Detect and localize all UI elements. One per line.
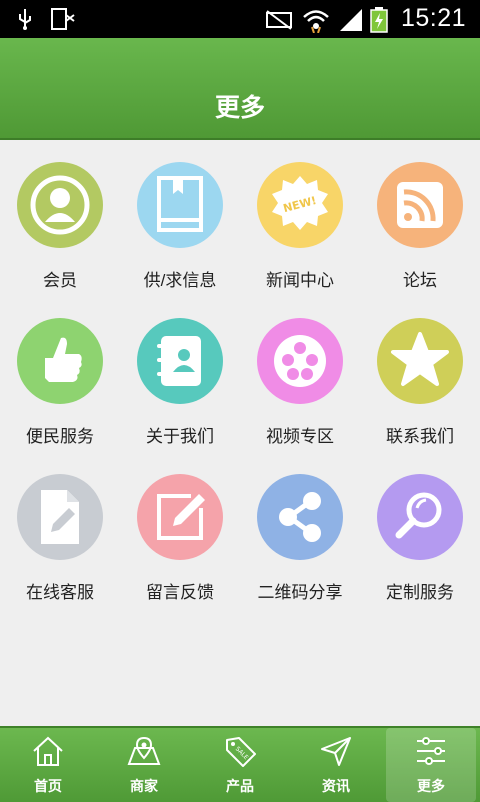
menu-label: 定制服务 [386,583,454,602]
sliders-icon [417,737,445,765]
tab-label: 首页 [34,778,62,794]
menu-item-supply-demand[interactable]: 供/求信息 [120,140,240,290]
bottom-tab-bar: 首页 商家 SALE 产品 资讯 更多 [0,726,480,802]
home-icon [33,736,63,766]
page-title: 更多 [214,94,265,122]
tab-label: 产品 [226,778,254,794]
document-pen-icon [41,490,79,544]
custom-icon-circle [377,474,463,560]
menu-label: 便民服务 [26,427,94,446]
video-icon-circle [257,318,343,404]
menu-item-member[interactable]: 会员 [0,140,120,290]
menu-item-contact[interactable]: 联系我们 [360,296,480,446]
about-icon-circle [137,318,223,404]
thumbs-up-icon [45,337,82,382]
sale-tag-icon: SALE [226,737,256,767]
person-icon [30,175,90,235]
tab-more[interactable]: 更多 [386,728,476,802]
tab-label: 商家 [130,778,158,794]
menu-label: 联系我们 [386,427,454,446]
menu-label: 在线客服 [26,583,94,602]
tab-news[interactable]: 资讯 [288,728,384,802]
page-header: 更多 [0,38,480,140]
menu-label: 关于我们 [146,427,214,446]
share-icon [279,492,321,542]
news-icon-circle: NEW! [257,162,343,248]
member-icon-circle [17,162,103,248]
tab-home[interactable]: 首页 [0,728,96,802]
tab-label: 更多 [417,778,445,794]
film-reel-icon [274,335,326,387]
menu-item-feedback[interactable]: 留言反馈 [120,452,240,602]
menu-label: 视频专区 [266,427,334,446]
tab-merchants[interactable]: 商家 [96,728,192,802]
edit-icon [157,494,205,540]
menu-item-forum[interactable]: 论坛 [360,140,480,290]
cell-signal-icon [340,9,362,31]
tab-products[interactable]: SALE 产品 [192,728,288,802]
menu-label: 论坛 [403,271,437,290]
menu-label: 留言反馈 [146,583,214,602]
menu-item-about[interactable]: 关于我们 [120,296,240,446]
menu-label: 供/求信息 [143,271,217,290]
status-bar: 15:21 [0,0,480,38]
book-icon [157,176,203,232]
news-badge-icon: NEW! [272,176,328,230]
map-icon [127,736,161,765]
battery-charging-icon [370,7,388,33]
menu-item-custom-service[interactable]: 定制服务 [360,452,480,602]
menu-label: 会员 [43,271,77,290]
usb-icon [19,9,31,30]
tab-label: 资讯 [322,778,350,794]
magnifier-icon [395,492,442,539]
menu-item-online-service[interactable]: 在线客服 [0,452,120,602]
menu-item-video[interactable]: 视频专区 [240,296,360,446]
menu-label: 新闻中心 [266,271,334,290]
feedback-icon-circle [137,474,223,560]
menu-item-qrcode-share[interactable]: 二维码分享 [240,452,360,602]
star-icon [391,332,449,386]
forum-icon-circle [377,162,463,248]
online-icon-circle [17,474,103,560]
sim-card-icon [51,8,75,30]
convenience-icon-circle [17,318,103,404]
clock: 15:21 [400,4,466,32]
contact-book-icon [157,336,201,386]
send-icon [321,737,351,766]
rss-icon [397,182,443,228]
menu-label: 二维码分享 [257,583,343,602]
contact-icon-circle [377,318,463,404]
no-signal-icon [266,10,292,30]
info-icon-circle [137,162,223,248]
menu-item-news[interactable]: NEW! 新闻中心 [240,140,360,290]
wifi-icon [303,10,329,33]
qrcode-icon-circle [257,474,343,560]
menu-item-convenience[interactable]: 便民服务 [0,296,120,446]
